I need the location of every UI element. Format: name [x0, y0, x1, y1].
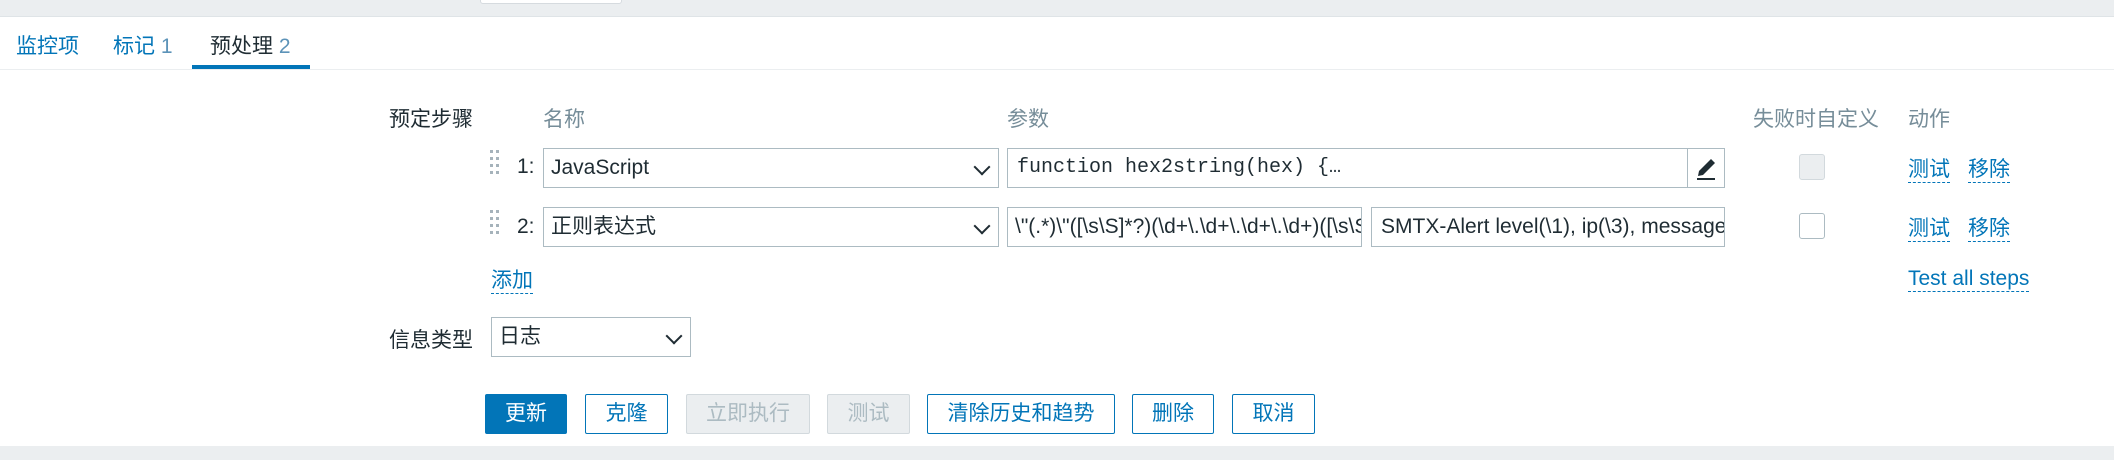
- active-tab-indicator: [192, 65, 310, 69]
- tab-tags-count: 1: [160, 35, 173, 58]
- test-step-link[interactable]: 测试: [1908, 158, 1950, 183]
- tab-tags[interactable]: 标记 1: [113, 27, 173, 67]
- step-type-value: 正则表达式: [551, 215, 656, 238]
- step-type-select[interactable]: 正则表达式: [543, 207, 999, 247]
- tab-item-label: 监控项: [16, 35, 79, 58]
- pencil-icon: [1697, 159, 1715, 180]
- test-step-link[interactable]: 测试: [1908, 217, 1950, 242]
- top-strip: [0, 0, 2114, 16]
- chevron-down-icon: [973, 217, 991, 235]
- tab-preprocessing[interactable]: 预处理 2: [210, 27, 291, 67]
- step-output-input[interactable]: SMTX-Alert level(\1), ip(\3), message: [1371, 207, 1725, 247]
- column-header-custom-on-fail: 失败时自定义: [1753, 108, 1879, 131]
- column-header-actions: 动作: [1908, 108, 1950, 131]
- clear-history-button[interactable]: 清除历史和趋势: [927, 394, 1115, 434]
- tab-tags-label: 标记: [113, 35, 155, 58]
- custom-on-fail-checkbox[interactable]: [1799, 154, 1825, 180]
- top-field-stub: [480, 0, 622, 4]
- chevron-down-icon: [973, 158, 991, 176]
- chevron-down-icon: [665, 327, 683, 345]
- preprocessing-steps-label: 预定步骤: [389, 108, 473, 131]
- step-param-value: function hex2string(hex) {…: [1017, 156, 1342, 179]
- tab-item[interactable]: 监控项: [16, 27, 79, 67]
- tab-preprocessing-label: 预处理: [210, 35, 273, 58]
- update-button[interactable]: 更新: [485, 394, 567, 434]
- step-param-input[interactable]: function hex2string(hex) {…: [1007, 148, 1725, 188]
- remove-step-link[interactable]: 移除: [1968, 217, 2010, 242]
- step-pattern-value: \"(.*)\"([\s\S]*?)(\d+\.\d+\.\d+\.\d+)([…: [1015, 215, 1362, 238]
- item-form-panel: 监控项 标记 1 预处理 2 预定步骤 名称 参数 失败时自定义 动作 1: J…: [0, 16, 2114, 446]
- step-type-select[interactable]: JavaScript: [543, 148, 999, 188]
- step-number: 1:: [517, 155, 535, 178]
- step-number: 2:: [517, 215, 535, 238]
- delete-button[interactable]: 删除: [1132, 394, 1214, 434]
- drag-handle-icon[interactable]: [490, 150, 500, 180]
- custom-on-fail-checkbox[interactable]: [1799, 213, 1825, 239]
- info-type-label: 信息类型: [389, 329, 473, 352]
- add-step-link[interactable]: 添加: [491, 269, 533, 294]
- step-output-value: SMTX-Alert level(\1), ip(\3), message: [1381, 215, 1725, 238]
- tab-bar: 监控项 标记 1 预处理 2: [0, 17, 2114, 70]
- cancel-button[interactable]: 取消: [1232, 394, 1315, 434]
- step-pattern-input[interactable]: \"(.*)\"([\s\S]*?)(\d+\.\d+\.\d+\.\d+)([…: [1007, 207, 1362, 247]
- drag-handle-icon[interactable]: [490, 210, 500, 240]
- info-type-select[interactable]: 日志: [491, 317, 691, 357]
- test-all-steps-link[interactable]: Test all steps: [1908, 267, 2030, 292]
- tab-preprocessing-count: 2: [278, 35, 291, 58]
- step-type-value: JavaScript: [551, 156, 650, 179]
- edit-script-button[interactable]: [1687, 149, 1724, 187]
- info-type-value: 日志: [499, 325, 541, 348]
- column-header-name: 名称: [543, 108, 585, 131]
- remove-step-link[interactable]: 移除: [1968, 158, 2010, 183]
- column-header-params: 参数: [1007, 108, 1049, 131]
- clone-button[interactable]: 克隆: [585, 394, 668, 434]
- test-button[interactable]: 测试: [827, 394, 910, 434]
- execute-now-button[interactable]: 立即执行: [686, 394, 810, 434]
